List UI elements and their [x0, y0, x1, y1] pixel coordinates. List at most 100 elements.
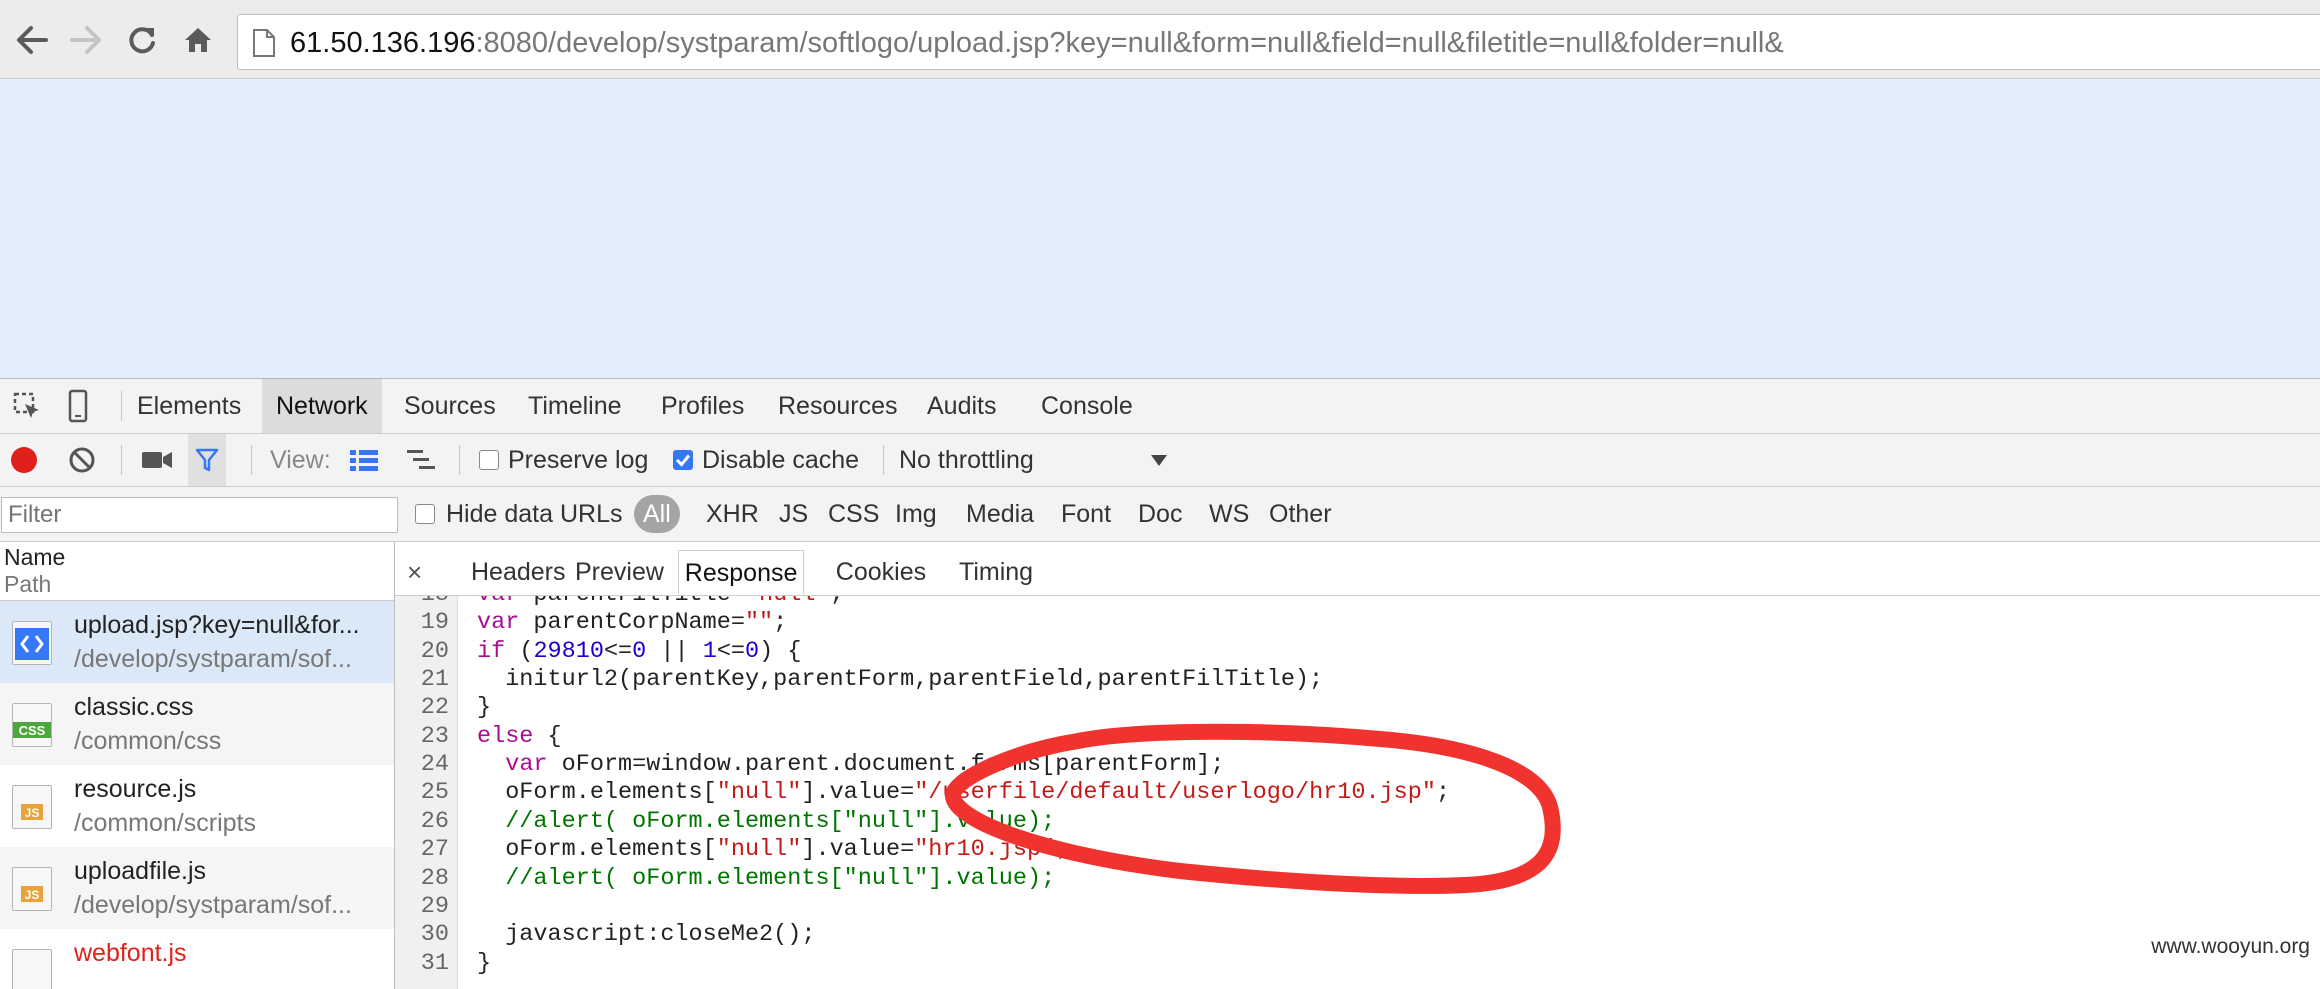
type-filter-ws[interactable]: WS — [1209, 487, 1249, 541]
type-filter-font[interactable]: Font — [1061, 487, 1111, 541]
code-line: var oForm=window.parent.document.forms[p… — [477, 751, 1224, 778]
address-bar[interactable]: 61.50.136.196:8080/develop/systparam/sof… — [237, 14, 2320, 70]
filter-toggle[interactable] — [188, 434, 226, 486]
network-toolbar: View: Preserve log Disable cache No thro… — [0, 434, 2320, 487]
code-token: 1 — [702, 637, 717, 665]
code-token: ].value= — [801, 779, 915, 807]
waterfall-overview-icon[interactable] — [407, 448, 437, 479]
disable-cache-checkbox[interactable] — [673, 450, 693, 470]
hide-data-urls-label: Hide data URLs — [446, 500, 623, 528]
throttling-select[interactable]: No throttling — [898, 434, 1178, 486]
request-row[interactable]: JS uploadfile.js/develop/systparam/sof... — [0, 847, 394, 929]
type-filter-css[interactable]: CSS — [828, 487, 879, 541]
code-line: oForm.elements["null"].value="/userfile/… — [477, 779, 1450, 806]
line-number: 22 — [420, 694, 449, 722]
line-number: 26 — [420, 807, 449, 835]
line-number: 21 — [420, 666, 449, 694]
tab-sources[interactable]: Sources — [390, 379, 510, 433]
tab-headers[interactable]: Headers — [465, 550, 572, 595]
code-token: var — [477, 596, 519, 608]
hide-data-urls-checkbox[interactable] — [415, 504, 435, 524]
url-host: 61.50.136.196 — [290, 27, 476, 59]
request-name: upload.jsp?key=null&for... — [74, 611, 360, 639]
type-filter-img[interactable]: Img — [895, 487, 937, 541]
response-code-viewer[interactable]: 1819202122232425262728293031 var parentF… — [395, 596, 2320, 989]
line-number: 19 — [420, 609, 449, 637]
code-token: javascript:closeMe2(); — [477, 921, 816, 949]
request-row[interactable]: webfont.js — [0, 929, 394, 989]
inspect-element-icon[interactable] — [12, 391, 42, 421]
tab-cookies[interactable]: Cookies — [830, 550, 932, 595]
screenshot-camera-icon[interactable] — [141, 449, 173, 478]
tab-resources[interactable]: Resources — [764, 379, 912, 433]
devtools-panel: Elements Network Sources Timeline Profiles Re… — [0, 378, 2320, 989]
tab-response[interactable]: Response — [677, 550, 805, 595]
code-token: ( — [505, 637, 534, 665]
filter-input[interactable] — [1, 497, 398, 533]
code-token: oForm.elements[ — [477, 779, 717, 807]
code-token: parentFilTitle= — [519, 596, 745, 608]
forward-arrow-icon[interactable] — [62, 16, 110, 64]
type-filter-xhr[interactable]: XHR — [706, 487, 759, 541]
code-line: //alert( oForm.elements["null"].value); — [477, 808, 1055, 835]
line-number: 30 — [420, 921, 449, 949]
code-line: oForm.elements["null"].value="hr10.jsp"; — [477, 836, 1069, 863]
record-icon[interactable] — [11, 447, 37, 473]
type-filter-media[interactable]: Media — [966, 487, 1034, 541]
back-arrow-icon[interactable] — [8, 16, 56, 64]
type-filter-doc[interactable]: Doc — [1138, 487, 1182, 541]
type-filter-all[interactable]: All — [634, 495, 680, 533]
code-token: oForm.elements[ — [477, 836, 717, 864]
large-rows-icon[interactable] — [350, 448, 378, 479]
request-row[interactable]: upload.jsp?key=null&for... /develop/systp… — [0, 601, 394, 683]
code-token: "null" — [745, 596, 830, 608]
request-list-header[interactable]: Name Path — [0, 542, 394, 601]
line-number: 20 — [420, 637, 449, 665]
code-token: ; — [830, 596, 844, 608]
code-token: 0 — [745, 637, 760, 665]
code-line: var parentCorpName=""; — [477, 609, 787, 636]
line-number: 28 — [420, 864, 449, 892]
request-row[interactable]: JS resource.js/common/scripts — [0, 765, 394, 847]
code-line: else { — [477, 723, 562, 750]
reload-icon[interactable] — [118, 16, 166, 64]
code-line: var parentFilTitle="null"; — [477, 596, 844, 608]
tab-timeline[interactable]: Timeline — [514, 379, 636, 433]
tab-preview[interactable]: Preview — [569, 550, 670, 595]
code-line: if (29810<=0 || 1<=0) { — [477, 638, 801, 665]
code-token: ].value= — [801, 836, 915, 864]
watermark: www.wooyun.org — [2151, 935, 2310, 958]
type-filter-js[interactable]: JS — [779, 487, 808, 541]
line-number: 31 — [420, 949, 449, 977]
code-token: //alert( oForm.elements["null"].value); — [477, 864, 1056, 892]
request-list: Name Path upload.jsp?key=null&for... /dev… — [0, 542, 395, 989]
tab-console[interactable]: Console — [1027, 379, 1147, 433]
request-detail: × HeadersPreviewResponse Cookies Timing 18… — [395, 542, 2320, 989]
code-token: } — [477, 694, 492, 722]
html-file-icon — [12, 621, 52, 665]
code-token: <= — [603, 637, 633, 665]
tab-audits[interactable]: Audits — [913, 379, 1010, 433]
request-path: /develop/systparam/sof... — [74, 891, 352, 919]
line-number: 23 — [420, 722, 449, 750]
type-filter-other[interactable]: Other — [1269, 487, 1332, 541]
code-token: else — [477, 722, 534, 750]
close-icon[interactable]: × — [407, 550, 422, 594]
svg-text:JS: JS — [25, 806, 40, 820]
clear-icon[interactable] — [68, 446, 96, 481]
devtools-tabbar: Elements Network Sources Timeline Profiles Re… — [0, 379, 2320, 434]
code-token: "hr10.jsp" — [914, 836, 1056, 864]
detail-tabbar: × Headers Preview Response Cookies Timing — [395, 542, 2320, 596]
tab-timing[interactable]: Timing — [953, 550, 1039, 595]
code-line: initurl2(parentKey,parentForm,parentFiel… — [477, 666, 1323, 693]
device-mode-icon[interactable] — [68, 389, 88, 423]
request-row[interactable]: CSS classic.css/common/css — [0, 683, 394, 765]
request-name: webfont.js — [74, 939, 187, 967]
home-icon[interactable] — [174, 16, 222, 64]
code-token: 29810 — [533, 637, 604, 665]
preserve-log-checkbox[interactable] — [479, 450, 499, 470]
line-number: 27 — [420, 836, 449, 864]
tab-profiles[interactable]: Profiles — [647, 379, 758, 433]
tab-elements[interactable]: Elements — [123, 379, 255, 433]
tab-network[interactable]: Network — [262, 379, 382, 433]
